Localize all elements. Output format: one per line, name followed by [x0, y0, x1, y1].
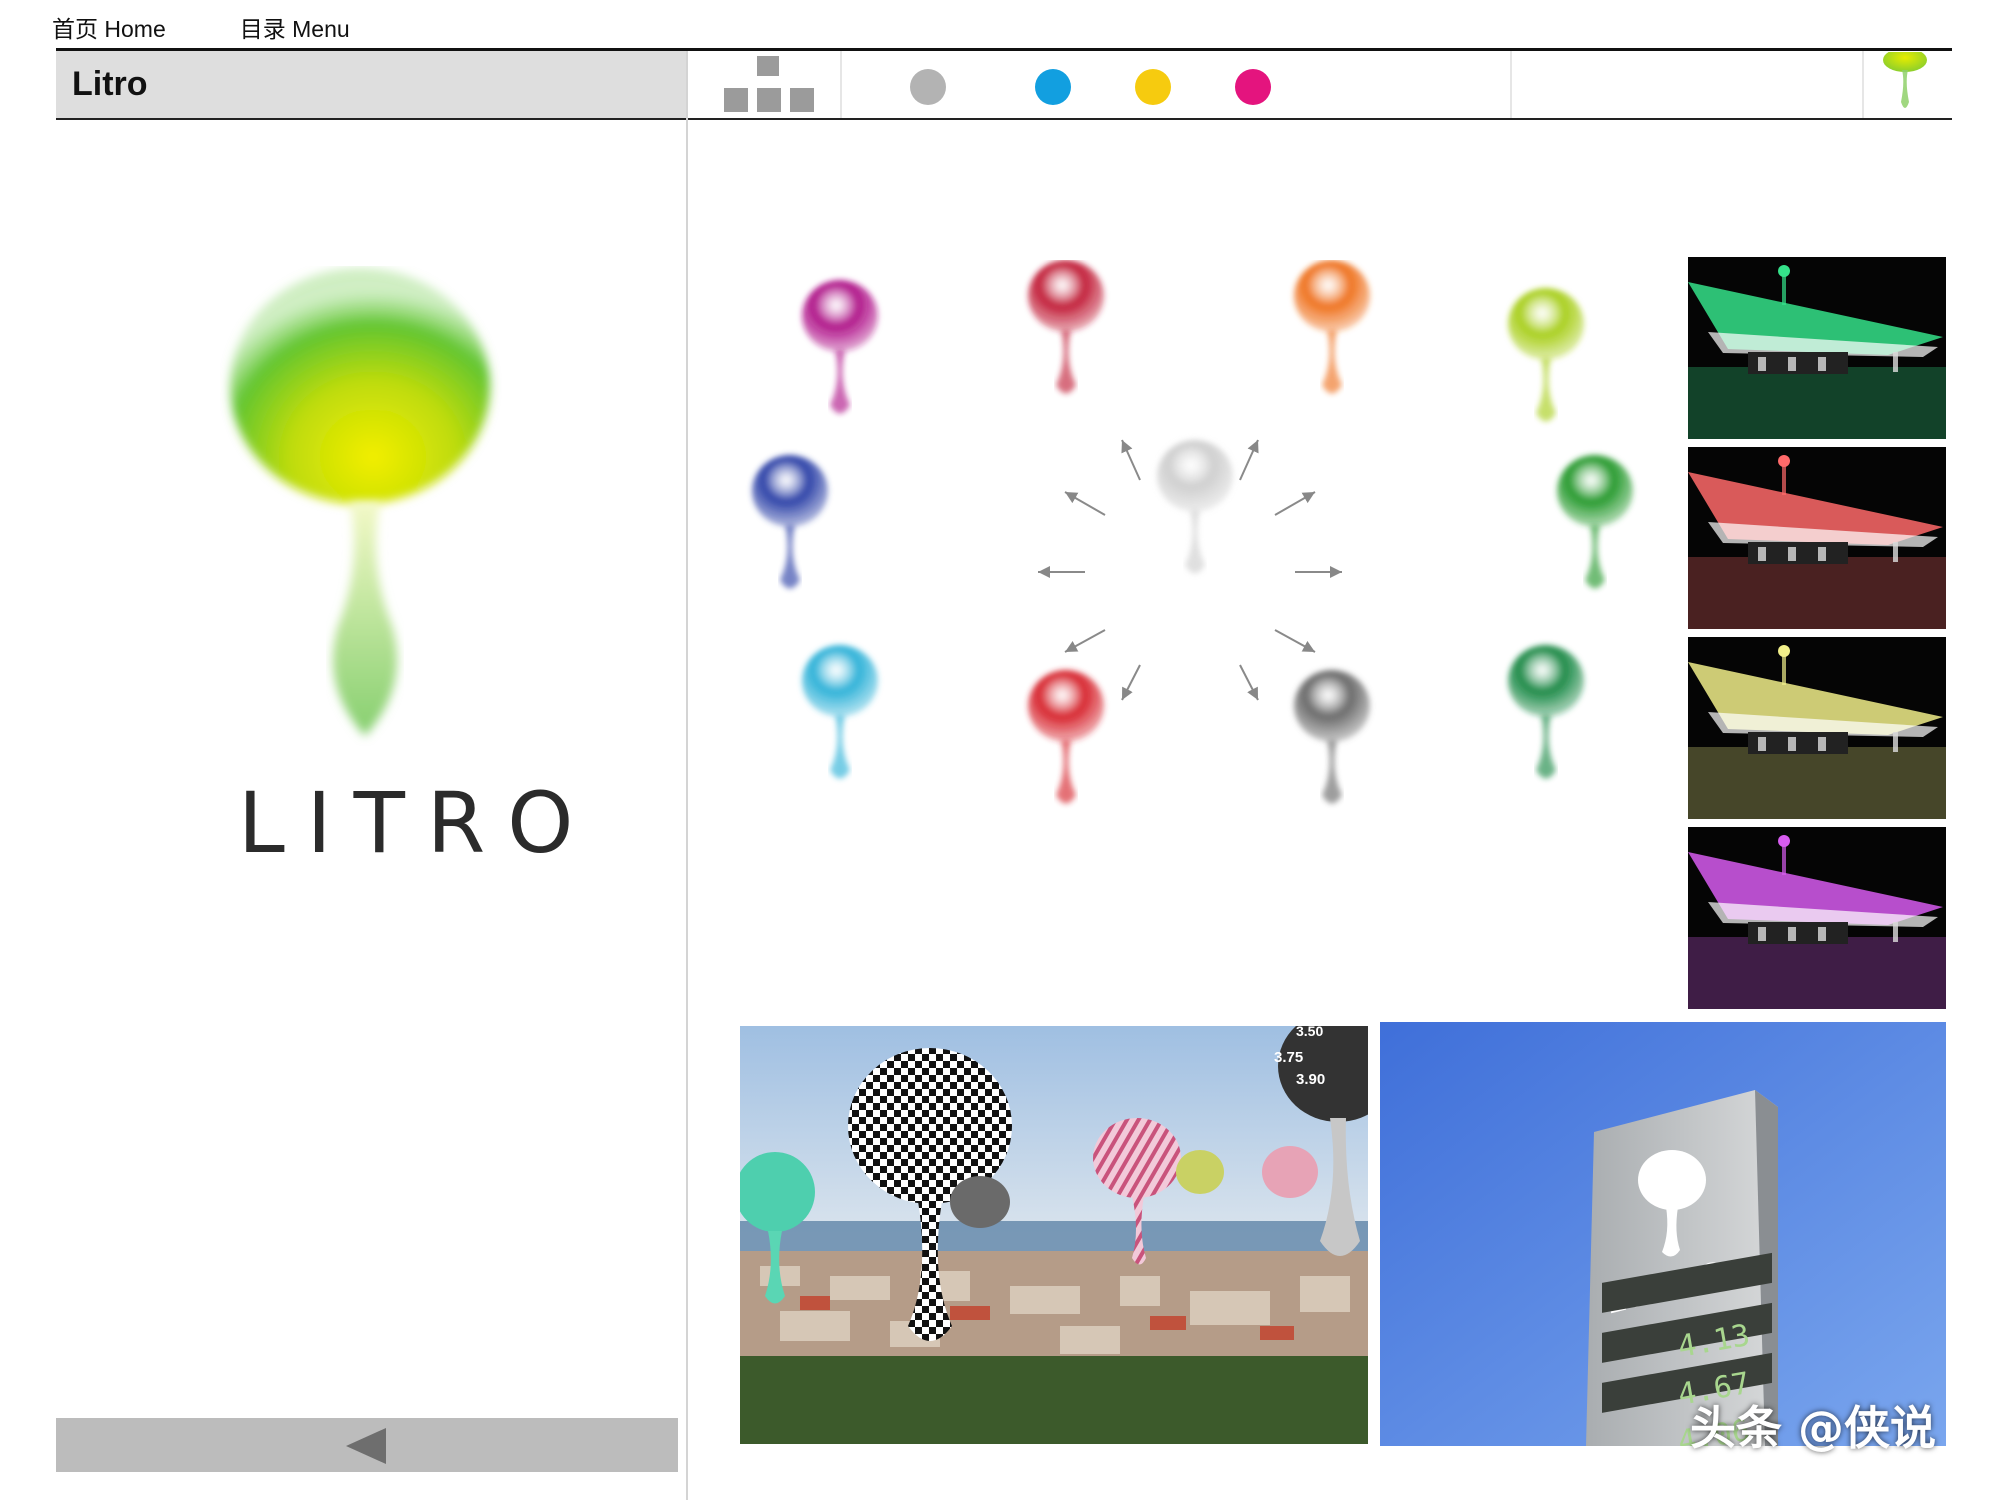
page-title-bar: Litro	[56, 51, 686, 118]
page-title: Litro	[72, 65, 148, 103]
color-drops-diagram	[752, 260, 1633, 804]
litro-wordmark: LITRO	[238, 774, 596, 872]
litro-drop-logo-icon	[230, 268, 490, 736]
station-thumbnail-red[interactable]	[1688, 447, 1946, 629]
swatch-cyan[interactable]	[1035, 69, 1071, 105]
color-drop-grey	[1294, 670, 1370, 804]
header-divider	[840, 51, 842, 118]
back-arrow-icon	[346, 1428, 386, 1464]
watermark-text: 头条 @侠说	[1690, 1401, 1937, 1455]
swatch-yellow[interactable]	[1135, 69, 1171, 105]
color-drop-green	[1557, 455, 1633, 589]
svg-text:3.50: 3.50	[1296, 1026, 1323, 1039]
svg-text:3.75: 3.75	[1274, 1049, 1303, 1066]
litro-sign-photo[interactable]: LITRO 4.13 4.67 4.06	[1380, 1022, 1946, 1446]
nav-home-link[interactable]: 首页 Home	[52, 10, 166, 42]
swatch-grey[interactable]	[910, 69, 946, 105]
station-thumbnail-purple[interactable]	[1688, 827, 1946, 1009]
gas-station-icon	[1688, 637, 1946, 819]
color-drop-cyan	[802, 645, 878, 779]
swatch-magenta[interactable]	[1235, 69, 1271, 105]
city-balloons-photo[interactable]: 3.50 3.75 3.90	[740, 1026, 1368, 1444]
nav-menu-link[interactable]: 目录 Menu	[240, 10, 350, 42]
color-drop-dark-green	[1508, 645, 1584, 779]
svg-text:3.90: 3.90	[1296, 1071, 1325, 1088]
header-bottom-rule	[56, 118, 1952, 120]
station-thumbnail-yellow[interactable]	[1688, 637, 1946, 819]
header-divider	[1862, 51, 1864, 118]
top-nav: 首页 Home 目录 Menu	[52, 10, 350, 42]
color-drop-orange	[1294, 260, 1370, 394]
color-drop-magenta	[802, 280, 878, 414]
litro-logo: LITRO	[220, 266, 573, 872]
gas-station-icon	[1688, 447, 1946, 629]
header-divider	[1510, 51, 1512, 118]
color-drop-red	[1028, 260, 1104, 394]
color-drop-lime	[1508, 288, 1584, 422]
color-drop-blue	[752, 455, 828, 589]
main-vertical-divider	[686, 51, 688, 1500]
color-drop-cyan-red	[1028, 670, 1104, 804]
litro-mini-drop-icon	[1883, 52, 1927, 108]
gas-station-icon	[1688, 257, 1946, 439]
hierarchy-icon[interactable]	[722, 54, 814, 114]
back-button[interactable]	[56, 1418, 678, 1472]
color-drop-center-grey	[1157, 440, 1233, 574]
station-thumbnail-green[interactable]	[1688, 257, 1946, 439]
gas-station-icon	[1688, 827, 1946, 1009]
